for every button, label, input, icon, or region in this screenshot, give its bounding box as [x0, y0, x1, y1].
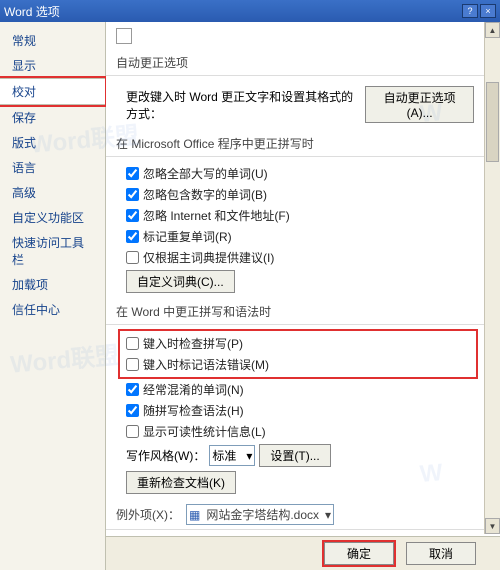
writing-style-label: 写作风格(W)： [126, 447, 205, 464]
chk-main-dict-only[interactable] [126, 251, 139, 264]
chk-readability-stats[interactable] [126, 425, 139, 438]
recheck-doc-button[interactable]: 重新检查文档(K) [126, 471, 236, 494]
chk-grammar-with-spelling[interactable] [126, 404, 139, 417]
ok-button[interactable]: 确定 [324, 542, 394, 565]
scroll-up-button[interactable]: ▲ [485, 22, 500, 38]
chk-ignore-numbers[interactable] [126, 188, 139, 201]
autocorrect-options-button[interactable]: 自动更正选项(A)... [365, 86, 474, 123]
lbl-ignore-numbers: 忽略包含数字的单词(B) [143, 186, 267, 203]
lbl-flag-repeated: 标记重复单词(R) [143, 228, 232, 245]
word-doc-icon: ▦ [189, 508, 200, 522]
lbl-confused-words: 经常混淆的单词(N) [143, 381, 244, 398]
scrollbar[interactable]: ▲ ▼ [484, 22, 500, 534]
help-button[interactable]: ? [462, 4, 478, 18]
autocorrect-desc: 更改键入时 Word 更正文字和设置其格式的方式： [126, 88, 359, 122]
scroll-thumb[interactable] [486, 82, 499, 162]
writing-style-combo[interactable]: 标准 ▾ [209, 445, 255, 466]
chk-ignore-internet[interactable] [126, 209, 139, 222]
sidebar-item-layout[interactable]: 版式 [0, 130, 105, 155]
sidebar-item-qat[interactable]: 快速访问工具栏 [0, 230, 105, 272]
lbl-ignore-internet: 忽略 Internet 和文件地址(F) [143, 207, 290, 224]
settings-button[interactable]: 设置(T)... [259, 444, 330, 467]
exceptions-doc-value: 网站金字塔结构.docx [206, 506, 319, 523]
section-word-spelling: 在 Word 中更正拼写和语法时 [106, 295, 484, 325]
close-button[interactable]: × [480, 4, 496, 18]
lbl-main-dict-only: 仅根据主词典提供建议(I) [143, 249, 274, 266]
lbl-check-spelling-typing: 键入时检查拼写(P) [143, 335, 243, 352]
sidebar-item-language[interactable]: 语言 [0, 155, 105, 180]
lbl-readability-stats: 显示可读性统计信息(L) [143, 423, 266, 440]
lbl-grammar-with-spelling: 随拼写检查语法(H) [143, 402, 244, 419]
lbl-mark-grammar-typing: 键入时标记语法错误(M) [143, 356, 269, 373]
writing-style-value: 标准 [212, 447, 236, 464]
section-exceptions: 例外项(X)： [116, 506, 180, 523]
sidebar-item-advanced[interactable]: 高级 [0, 180, 105, 205]
chk-flag-repeated[interactable] [126, 230, 139, 243]
sidebar: 常规 显示 校对 保存 版式 语言 高级 自定义功能区 快速访问工具栏 加载项 … [0, 22, 106, 570]
section-office-spelling: 在 Microsoft Office 程序中更正拼写时 [106, 127, 484, 157]
sidebar-item-general[interactable]: 常规 [0, 28, 105, 53]
chk-confused-words[interactable] [126, 383, 139, 396]
chk-mark-grammar-typing[interactable] [126, 358, 139, 371]
sidebar-item-display[interactable]: 显示 [0, 53, 105, 78]
sidebar-item-save[interactable]: 保存 [0, 105, 105, 130]
scroll-down-button[interactable]: ▼ [485, 518, 500, 534]
window-title: Word 选项 [4, 3, 60, 20]
exceptions-doc-combo[interactable]: ▦ 网站金字塔结构.docx ▾ [186, 504, 334, 525]
cancel-button[interactable]: 取消 [406, 542, 476, 565]
abc-icon [116, 28, 132, 44]
chk-check-spelling-typing[interactable] [126, 337, 139, 350]
sidebar-item-proofing[interactable]: 校对 [0, 78, 105, 105]
sidebar-item-addins[interactable]: 加载项 [0, 272, 105, 297]
lbl-ignore-uppercase: 忽略全部大写的单词(U) [143, 165, 268, 182]
sidebar-item-ribbon[interactable]: 自定义功能区 [0, 205, 105, 230]
custom-dict-button[interactable]: 自定义词典(C)... [126, 270, 235, 293]
chevron-down-icon: ▾ [325, 508, 331, 522]
chevron-down-icon: ▾ [246, 449, 252, 463]
section-autocorrect: 自动更正选项 [106, 46, 484, 76]
chk-ignore-uppercase[interactable] [126, 167, 139, 180]
sidebar-item-trust[interactable]: 信任中心 [0, 297, 105, 322]
